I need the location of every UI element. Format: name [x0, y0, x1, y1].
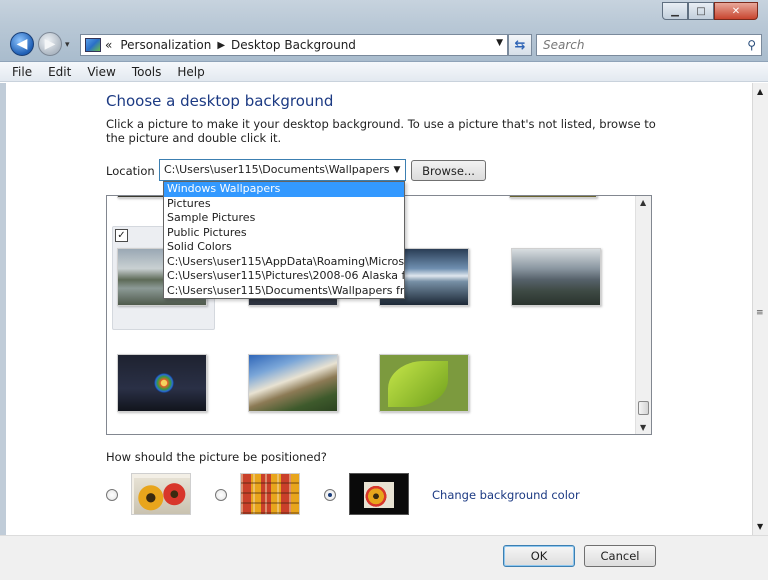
menu-view[interactable]: View: [87, 65, 115, 79]
sunflower-image: [134, 478, 190, 514]
search-placeholder: Search: [543, 38, 585, 52]
address-bar[interactable]: « Personalization ▶ Desktop Background ▼: [80, 34, 508, 56]
location-label: Location: [106, 164, 155, 178]
search-icon[interactable]: ⚲: [747, 38, 756, 52]
gallery-scroll-down-icon[interactable]: ▼: [640, 423, 646, 432]
location-dropdown-list[interactable]: Windows Wallpapers Pictures Sample Pictu…: [163, 181, 405, 299]
location-option-solid-colors[interactable]: Solid Colors: [164, 240, 404, 255]
breadcrumb-desktop-background[interactable]: Desktop Background: [231, 38, 356, 52]
chevron-down-icon[interactable]: ▼: [389, 160, 405, 180]
location-option-wallpapers-from[interactable]: C:\Users\user115\Documents\Wallpapers fr…: [164, 284, 404, 299]
browse-button[interactable]: Browse...: [411, 160, 486, 181]
minimize-button[interactable]: ▁: [662, 2, 688, 20]
navigation-row: ◀ ▶ ▾ « Personalization ▶ Desktop Backgr…: [6, 30, 762, 58]
wallpaper-thumbnail-mountain-road[interactable]: [511, 248, 601, 306]
wallpaper-thumbnail-windows-logo[interactable]: [117, 354, 207, 412]
location-option-sample-pictures[interactable]: Sample Pictures: [164, 211, 404, 226]
scroll-up-icon[interactable]: ▲: [757, 87, 763, 96]
cancel-button[interactable]: Cancel: [584, 545, 656, 567]
back-button[interactable]: ◀: [10, 32, 34, 56]
location-option-windows-wallpapers[interactable]: Windows Wallpapers: [164, 182, 404, 197]
recent-pages-dropdown-icon[interactable]: ▾: [65, 40, 70, 50]
change-background-color-link[interactable]: Change background color: [432, 488, 580, 502]
dialog-footer: OK Cancel: [0, 535, 768, 580]
title-bar: ▁ □ ✕ ◀ ▶ ▾ « Personalization ▶ Desktop …: [0, 0, 768, 62]
menu-file[interactable]: File: [12, 65, 32, 79]
tiled-flowers-image: [241, 474, 299, 514]
location-option-public-pictures[interactable]: Public Pictures: [164, 226, 404, 241]
breadcrumb-overflow-icon[interactable]: «: [105, 38, 112, 52]
menu-edit[interactable]: Edit: [48, 65, 71, 79]
location-option-alaska[interactable]: C:\Users\user115\Pictures\2008-06 Alaska…: [164, 269, 404, 284]
page-description: Click a picture to make it your desktop …: [106, 117, 656, 145]
refresh-icon: ⇆: [514, 37, 526, 53]
address-dropdown-icon[interactable]: ▼: [496, 38, 503, 48]
search-input[interactable]: Search ⚲: [536, 34, 762, 56]
scroll-grip-icon[interactable]: ≡: [756, 308, 764, 318]
wallpaper-thumbnail-green-leaf[interactable]: [379, 354, 469, 412]
position-fill-preview: [131, 473, 191, 515]
forward-button[interactable]: ▶: [38, 32, 62, 56]
leaf-shape: [388, 361, 448, 407]
back-arrow-icon: ◀: [16, 36, 28, 52]
window-scrollbar[interactable]: ▲ ≡ ▼: [752, 83, 768, 535]
centered-flower-image: [364, 482, 394, 508]
location-option-pictures[interactable]: Pictures: [164, 197, 404, 212]
control-panel-icon: [85, 38, 101, 52]
position-fill-radio[interactable]: [106, 489, 118, 501]
menu-bar: File Edit View Tools Help: [0, 62, 768, 82]
position-tile-preview: [240, 473, 300, 515]
breadcrumb-personalization[interactable]: Personalization: [120, 38, 211, 52]
menu-help[interactable]: Help: [177, 65, 204, 79]
refresh-button[interactable]: ⇆: [508, 34, 532, 56]
breadcrumb-separator-icon[interactable]: ▶: [217, 40, 225, 51]
maximize-button[interactable]: □: [688, 2, 714, 20]
forward-arrow-icon: ▶: [44, 36, 56, 52]
location-select[interactable]: C:\Users\user115\Documents\Wallpapers f …: [159, 159, 406, 181]
main-content: Choose a desktop background Click a pict…: [0, 83, 752, 535]
gallery-scroll-up-icon[interactable]: ▲: [640, 198, 646, 207]
scroll-down-icon[interactable]: ▼: [757, 522, 763, 531]
page-title: Choose a desktop background: [106, 92, 334, 110]
close-button[interactable]: ✕: [714, 2, 758, 20]
gallery-scrollbar[interactable]: ▲ ▼: [635, 196, 651, 434]
menu-tools[interactable]: Tools: [132, 65, 162, 79]
wallpaper-checkbox[interactable]: ✓: [115, 229, 128, 242]
wallpaper-thumbnail-beach[interactable]: [248, 354, 338, 412]
position-center-radio[interactable]: [324, 489, 336, 501]
position-tile-radio[interactable]: [215, 489, 227, 501]
position-center-preview: [349, 473, 409, 515]
windows-logo-icon: [154, 373, 174, 393]
location-option-appdata[interactable]: C:\Users\user115\AppData\Roaming\Microso…: [164, 255, 404, 270]
position-question: How should the picture be positioned?: [106, 450, 327, 464]
caption-buttons: ▁ □ ✕: [662, 2, 758, 22]
location-value: C:\Users\user115\Documents\Wallpapers f: [164, 163, 397, 176]
ok-button[interactable]: OK: [503, 545, 575, 567]
gallery-scroll-thumb[interactable]: [638, 401, 649, 415]
wallpaper-thumbnail[interactable]: [509, 196, 597, 198]
